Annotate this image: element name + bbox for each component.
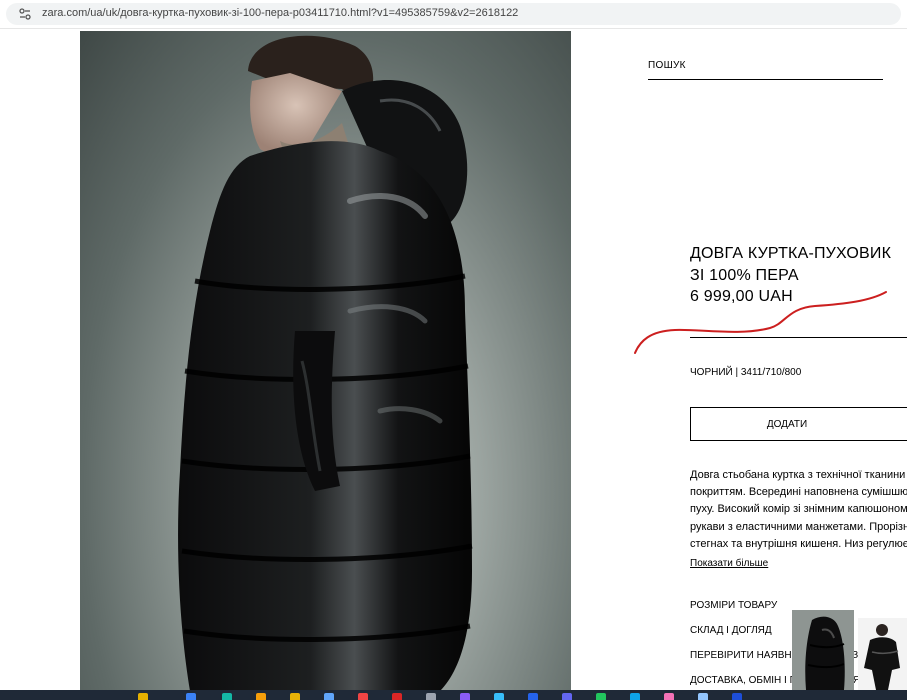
app-icon[interactable] xyxy=(698,693,708,700)
app-icon[interactable] xyxy=(392,693,402,700)
color-reference: ЧОРНИЙ | 3411/710/800 xyxy=(690,367,802,378)
accordion-sizes[interactable]: РОЗМІРИ ТОВАРУ xyxy=(690,600,777,611)
thumbnail-image[interactable] xyxy=(792,610,854,690)
description-line: стегнах та внутрішня кишеня. Низ регулює… xyxy=(690,537,907,550)
browser-address-bar: zara.com/ua/uk/довга-куртка-пуховик-зі-1… xyxy=(0,0,907,29)
product-description: Довга стьобана куртка з технічної тканин… xyxy=(690,467,907,553)
description-line: рукави з еластичними манжетами. Прорізні… xyxy=(690,520,907,533)
red-underline-annotation xyxy=(634,291,887,354)
search-label: ПОШУК xyxy=(648,60,686,71)
app-icon[interactable] xyxy=(324,693,334,700)
accordion-composition-care[interactable]: СКЛАД І ДОГЛЯД xyxy=(690,625,772,636)
divider xyxy=(690,337,907,338)
app-icon[interactable] xyxy=(630,693,640,700)
app-icon[interactable] xyxy=(460,693,470,700)
app-icon[interactable] xyxy=(732,693,742,700)
thumbnail-jacket-illustration xyxy=(792,610,854,690)
description-line: покриттям. Всередині наповнена сумішшю п… xyxy=(690,486,907,499)
thumbnail-image[interactable] xyxy=(858,618,907,690)
thumbnail-model-illustration xyxy=(858,618,907,690)
app-icon[interactable] xyxy=(596,693,606,700)
product-image[interactable] xyxy=(80,31,571,691)
url-text: zara.com/ua/uk/довга-куртка-пуховик-зі-1… xyxy=(42,7,519,19)
app-icon[interactable] xyxy=(664,693,674,700)
app-icon[interactable] xyxy=(256,693,266,700)
app-icon[interactable] xyxy=(222,693,232,700)
app-icon[interactable] xyxy=(138,693,148,700)
app-icon[interactable] xyxy=(562,693,572,700)
show-more-link[interactable]: Показати більше xyxy=(690,558,768,569)
app-icon[interactable] xyxy=(426,693,436,700)
description-line: Довга стьобана куртка з технічної тканин… xyxy=(690,469,907,481)
url-field[interactable]: zara.com/ua/uk/довга-куртка-пуховик-зі-1… xyxy=(6,3,901,25)
folder-icon[interactable] xyxy=(290,693,300,700)
os-taskbar xyxy=(0,690,907,700)
site-settings-icon[interactable] xyxy=(18,7,32,21)
puffer-jacket-model-illustration xyxy=(178,35,473,691)
description-line: пуху. Високий комір зі знімним капюшоном… xyxy=(690,503,907,516)
app-icon[interactable] xyxy=(186,693,196,700)
calendar-icon[interactable] xyxy=(528,693,538,700)
app-icon[interactable] xyxy=(494,693,504,700)
product-title: ДОВГА КУРТКА-ПУХОВИК ЗІ 100% ПЕРА xyxy=(690,245,892,284)
search-field[interactable]: ПОШУК xyxy=(648,60,883,80)
app-icon[interactable] xyxy=(358,693,368,700)
add-to-cart-button[interactable]: ДОДАТИ xyxy=(690,407,907,441)
